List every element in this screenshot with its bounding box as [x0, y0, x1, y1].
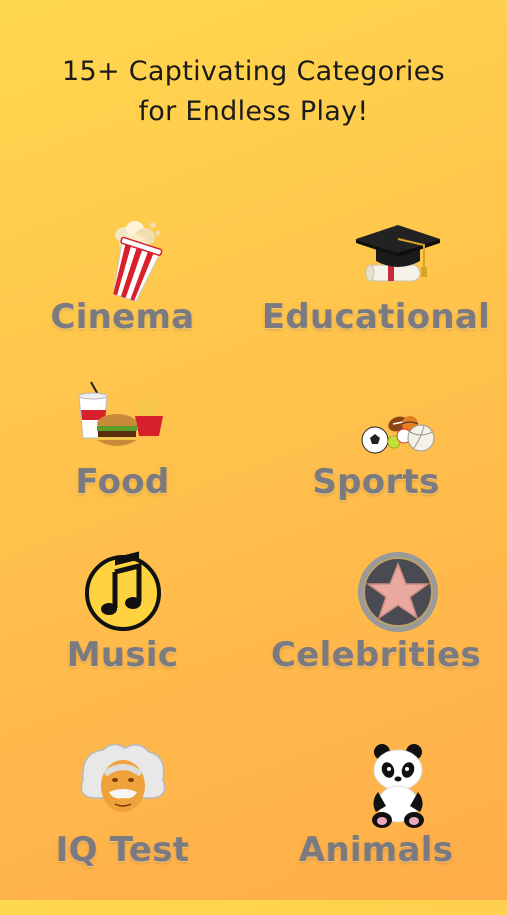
star-icon — [348, 550, 448, 640]
graduation-cap-icon — [348, 217, 448, 307]
category-grid: Cinema Educational Food Sports Music Cel… — [0, 215, 507, 915]
headline-line-1: 15+ Captivating Categories — [62, 56, 445, 87]
panda-icon — [348, 740, 448, 830]
category-label: Cinema — [50, 297, 195, 337]
category-label: Celebrities — [271, 635, 481, 675]
category-food[interactable]: Food — [0, 380, 245, 550]
category-sports[interactable]: Sports — [245, 380, 507, 550]
einstein-icon — [73, 740, 173, 830]
category-educational[interactable]: Educational — [245, 215, 507, 380]
popcorn-icon — [73, 217, 173, 307]
page-headline: 15+ Captivating Categories for Endless P… — [0, 52, 507, 132]
category-label: IQ Test — [55, 830, 190, 870]
fast-food-icon — [73, 380, 173, 470]
category-label: Animals — [298, 830, 454, 870]
music-note-icon — [73, 550, 173, 640]
category-iq-test[interactable]: IQ Test — [0, 740, 245, 915]
category-label: Food — [75, 462, 170, 502]
category-label: Music — [66, 635, 179, 675]
category-cinema[interactable]: Cinema — [0, 215, 245, 380]
category-music[interactable]: Music — [0, 550, 245, 740]
sports-balls-icon — [348, 380, 448, 470]
category-animals[interactable]: Animals — [245, 740, 507, 915]
category-label: Sports — [312, 462, 440, 502]
category-celebrities[interactable]: Celebrities — [245, 550, 507, 740]
headline-line-2: for Endless Play! — [138, 96, 369, 127]
category-label: Educational — [261, 297, 491, 337]
